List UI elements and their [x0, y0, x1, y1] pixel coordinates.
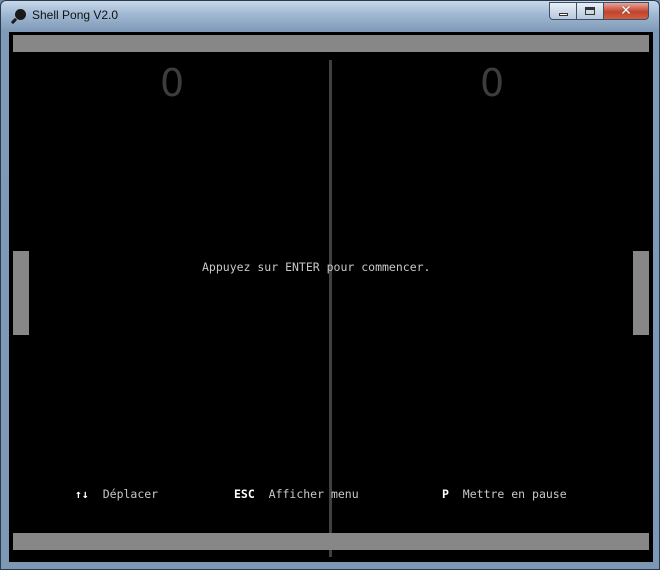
help-menu-label: Afficher menu — [268, 487, 359, 501]
right-paddle — [633, 251, 649, 335]
top-wall — [13, 35, 649, 52]
right-score: 0 — [480, 61, 505, 105]
start-message: Appuyez sur ENTER pour commencer. — [202, 260, 431, 274]
maximize-button[interactable] — [577, 2, 604, 20]
left-paddle — [13, 251, 29, 335]
close-icon: ✕ — [620, 3, 632, 19]
ping-pong-paddle-icon — [11, 9, 26, 24]
close-button[interactable]: ✕ — [604, 2, 649, 20]
title-bar[interactable]: Shell Pong V2.0 ✕ — [1, 1, 659, 29]
minimize-button[interactable] — [549, 2, 577, 20]
minimize-icon — [558, 12, 568, 16]
center-net — [329, 60, 332, 557]
app-window: Shell Pong V2.0 ✕ 0 0 Appuyez sur ENTER … — [0, 0, 660, 570]
bottom-wall — [13, 533, 649, 550]
help-move-key: ↑↓ — [75, 487, 89, 501]
help-menu-key: ESC — [234, 487, 255, 501]
left-score: 0 — [160, 61, 185, 105]
game-screen[interactable]: 0 0 Appuyez sur ENTER pour commencer. ↑↓… — [9, 32, 653, 562]
window-title: Shell Pong V2.0 — [32, 8, 119, 22]
help-move-label: Déplacer — [102, 487, 159, 501]
help-move: ↑↓ Déplacer — [75, 487, 158, 501]
help-menu: ESC Afficher menu — [234, 487, 359, 501]
help-pause: P Mettre en pause — [442, 487, 567, 501]
help-pause-key: P — [442, 487, 449, 501]
maximize-icon — [585, 7, 595, 15]
help-pause-label: Mettre en pause — [462, 487, 567, 501]
